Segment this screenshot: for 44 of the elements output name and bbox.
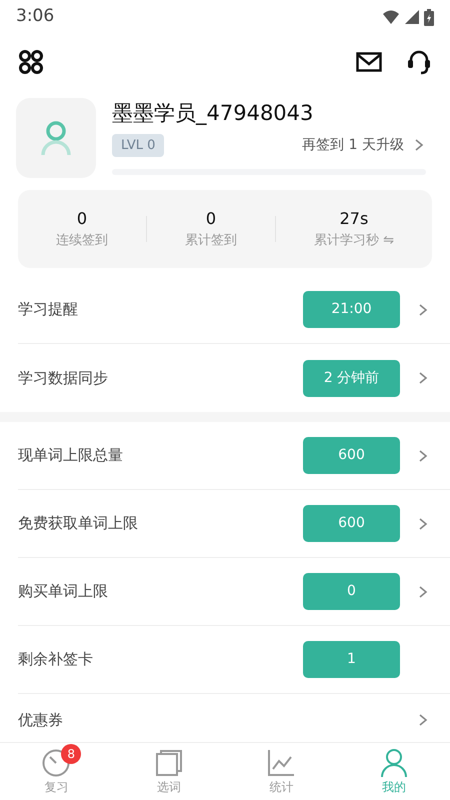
level-badge: LVL 0 bbox=[112, 134, 164, 157]
settings-row[interactable]: 购买单词上限 0 bbox=[18, 558, 450, 626]
stat-value: 27s bbox=[338, 208, 370, 230]
battery-icon bbox=[424, 8, 434, 26]
value-button[interactable]: 21:00 bbox=[303, 291, 400, 328]
settings-row[interactable]: 优惠券 bbox=[18, 694, 450, 746]
person-icon bbox=[40, 120, 72, 156]
stat-label: 累计学习秒 ⇋ bbox=[312, 232, 395, 250]
headset-icon[interactable] bbox=[406, 49, 432, 75]
settings-row[interactable]: 免费获取单词上限 600 bbox=[18, 490, 450, 558]
status-time: 3:06 bbox=[16, 5, 54, 28]
nav-tab[interactable]: 统计 bbox=[225, 748, 338, 796]
row-label: 学习提醒 bbox=[18, 299, 79, 320]
settings-row[interactable]: 剩余补签卡 1 bbox=[18, 626, 450, 694]
stat-label: 连续签到 bbox=[54, 232, 109, 250]
value-button[interactable]: 600 bbox=[303, 505, 400, 542]
value-button[interactable]: 1 bbox=[303, 641, 400, 678]
value-button[interactable]: 0 bbox=[303, 573, 400, 610]
stat-value: 0 bbox=[76, 208, 88, 230]
nav-tab[interactable]: 我的 bbox=[338, 748, 450, 796]
cards-icon bbox=[154, 748, 184, 778]
notification-badge: 8 bbox=[61, 744, 82, 764]
stat-label: 累计签到 bbox=[184, 232, 238, 250]
settings-row[interactable]: 学习数据同步 2 分钟前 bbox=[18, 344, 450, 412]
settings-row[interactable]: 学习提醒 21:00 bbox=[18, 276, 450, 344]
row-label: 优惠券 bbox=[18, 710, 64, 731]
row-label: 剩余补签卡 bbox=[18, 649, 94, 670]
stat-value: 0 bbox=[204, 208, 218, 230]
username: 墨墨学员_47948043 bbox=[112, 100, 314, 127]
mail-icon[interactable] bbox=[356, 52, 382, 72]
person-icon bbox=[378, 748, 409, 778]
row-label: 学习数据同步 bbox=[18, 368, 109, 389]
upgrade-link[interactable]: 再签到 1 天升级 bbox=[302, 134, 426, 156]
wifi-icon bbox=[382, 9, 400, 25]
row-label: 购买单词上限 bbox=[18, 581, 109, 602]
menu-icon[interactable] bbox=[18, 49, 44, 75]
signal-icon bbox=[404, 9, 420, 25]
row-label: 免费获取单词上限 bbox=[18, 513, 139, 534]
value-button[interactable]: 2 分钟前 bbox=[303, 360, 400, 396]
row-label: 现单词上限总量 bbox=[18, 445, 124, 466]
nav-tab[interactable]: 选词 bbox=[112, 748, 225, 796]
chart-icon bbox=[266, 748, 296, 778]
value-button[interactable]: 600 bbox=[303, 437, 400, 474]
settings-row[interactable]: 现单词上限总量 600 bbox=[18, 422, 450, 490]
